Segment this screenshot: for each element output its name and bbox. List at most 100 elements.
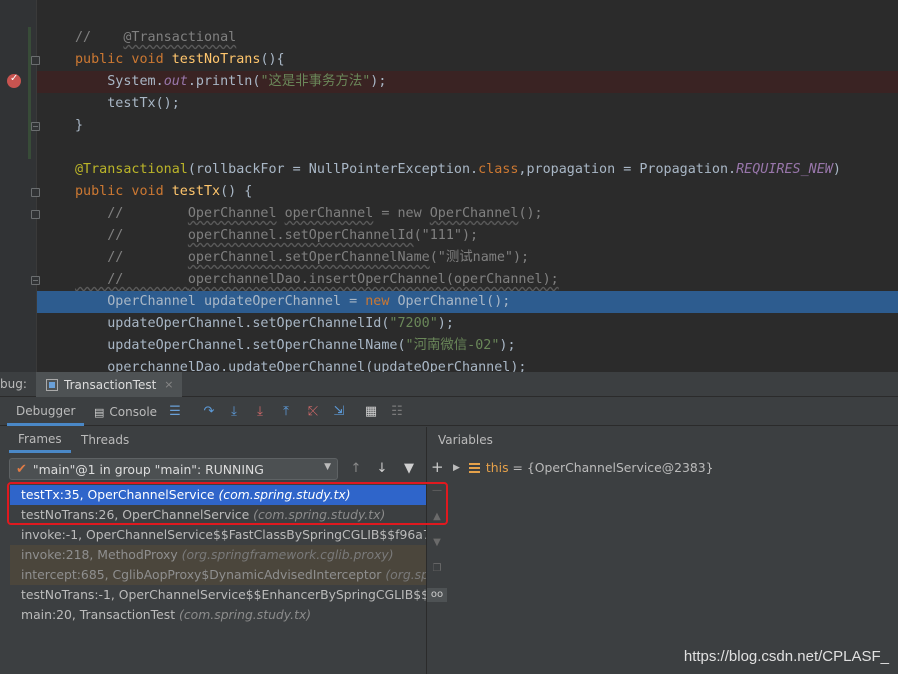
frames-layout-icon[interactable]: ☰ — [166, 403, 184, 421]
close-icon[interactable]: × — [164, 378, 173, 391]
trace-icon[interactable]: ☷ — [388, 403, 406, 421]
code-token: () { — [220, 184, 253, 199]
code-token: (){ — [260, 52, 285, 67]
code-token: OperChannel updateOperChannel = — [75, 294, 366, 309]
step-into-icon[interactable]: ⤓ — [251, 403, 269, 421]
tab-threads[interactable]: Threads — [81, 427, 129, 453]
step-out-icon[interactable]: ⤒ — [277, 403, 295, 421]
next-frame-icon[interactable]: ↓ — [374, 460, 390, 478]
code-token: // — [75, 272, 188, 287]
minus-icon[interactable]: — — [430, 484, 444, 498]
code-line[interactable]: OperChannel updateOperChannel = new Oper… — [75, 291, 841, 313]
copy-icon[interactable]: ❐ — [430, 562, 444, 576]
tab-console[interactable]: ▤ Console — [94, 398, 157, 426]
change-marker[interactable] — [28, 27, 31, 159]
code-token: testTx — [171, 184, 221, 199]
code-line[interactable]: // operChannel.setOperChannelId("111"); — [75, 225, 841, 247]
field-icon — [468, 462, 480, 474]
fold-icon[interactable] — [31, 56, 40, 65]
move-up-icon[interactable]: ▲ — [430, 510, 444, 524]
run-configuration-tab[interactable]: TransactionTest × — [36, 372, 182, 397]
tab-frames[interactable]: Frames — [9, 427, 71, 453]
variables-title: Variables — [438, 433, 493, 447]
variable-row[interactable]: ▶ this = {OperChannelService@2383} — [453, 458, 714, 478]
filter-icon[interactable]: ▼ — [401, 460, 417, 478]
fold-end-icon[interactable] — [31, 122, 40, 131]
frame-method: invoke:218, MethodProxy — [21, 547, 182, 562]
code-line[interactable]: // operchannelDao.insertOperChannel(oper… — [75, 269, 841, 291]
code-line[interactable]: } — [75, 115, 841, 137]
debug-tool-window: bug: TransactionTest × Debugger ▤ Consol… — [0, 372, 898, 674]
stack-frame[interactable]: invoke:218, MethodProxy (org.springframe… — [10, 545, 426, 565]
add-watch-icon[interactable]: + — [431, 458, 444, 476]
code-line[interactable]: testTx(); — [75, 93, 841, 115]
frame-method: testNoTrans:-1, OperChannelService$$Enha… — [21, 587, 426, 602]
fold-icon[interactable] — [31, 210, 40, 219]
code-editor[interactable]: // @Transactionalpublic void testNoTrans… — [0, 0, 898, 372]
step-over-icon[interactable]: ⤓ — [225, 403, 243, 421]
previous-frame-icon[interactable]: ↑ — [348, 460, 364, 478]
code-line[interactable]: updateOperChannel.setOperChannelId("7200… — [75, 313, 841, 335]
tab-debugger[interactable]: Debugger — [7, 398, 85, 426]
stack-frame[interactable]: intercept:685, CglibAopProxy$DynamicAdvi… — [10, 565, 426, 585]
code-token: public void — [75, 184, 172, 199]
code-line[interactable]: @Transactional(rollbackFor = NullPointer… — [75, 159, 841, 181]
evaluate-expression-icon[interactable]: ▦ — [362, 403, 380, 421]
code-token: operChannel.setOperChannelName — [187, 250, 430, 265]
code-token: "7200" — [389, 316, 438, 331]
code-line[interactable]: updateOperChannel.setOperChannelName("河南… — [75, 335, 841, 357]
code-token: new — [365, 294, 398, 309]
run-to-cursor-icon[interactable]: ⇲ — [330, 403, 348, 421]
console-icon: ▤ — [94, 405, 105, 419]
breakpoint-icon[interactable] — [7, 73, 21, 88]
code-line[interactable]: operchannelDao.updateOperChannel(updateO… — [75, 357, 841, 372]
variables-header: Variables — [427, 427, 898, 453]
thread-selector-value: "main"@1 in group "main": RUNNING — [32, 461, 264, 477]
watch-glasses-icon[interactable]: oo — [427, 588, 447, 602]
fold-icon[interactable] — [31, 188, 40, 197]
show-execution-point-icon[interactable]: ↷ — [200, 403, 218, 421]
tab-threads-label: Threads — [81, 433, 130, 447]
expand-icon[interactable]: ▶ — [453, 458, 460, 478]
frame-method: invoke:-1, OperChannelService$$FastClass… — [21, 527, 426, 542]
code-line[interactable]: // @Transactional — [75, 27, 841, 49]
debug-window-label: bug: — [0, 377, 27, 391]
frames-side-toolbar: — ▲ ▼ ❐ oo — [426, 477, 448, 617]
code-token: // — [75, 30, 92, 45]
code-token: // — [75, 206, 188, 221]
code-token: operchannelDao.updateOperChannel(updateO… — [75, 360, 527, 372]
frame-package: (org.sp — [385, 567, 426, 582]
stack-frame[interactable]: main:20, TransactionTest (com.spring.stu… — [10, 605, 426, 625]
code-line[interactable]: // operChannel.setOperChannelName("测试nam… — [75, 247, 841, 269]
stack-frame[interactable]: invoke:-1, OperChannelService$$FastClass… — [10, 525, 426, 545]
thread-selector[interactable]: ✔ "main"@1 in group "main": RUNNING ▼ — [9, 458, 338, 480]
code-token: out — [163, 74, 188, 89]
tab-debugger-label: Debugger — [16, 403, 76, 418]
frame-method: main:20, TransactionTest — [21, 607, 179, 622]
code-token: updateOperChannel.setOperChannelName( — [75, 338, 406, 353]
stack-frame[interactable]: testNoTrans:-1, OperChannelService$$Enha… — [10, 585, 426, 605]
source-code[interactable]: // @Transactional public void testNoTrans… — [75, 27, 841, 372]
code-line[interactable]: public void testTx() { — [75, 181, 841, 203]
code-line[interactable]: // OperChannel operChannel = new OperCha… — [75, 203, 841, 225]
drop-frame-icon[interactable]: ⤪ — [304, 403, 322, 421]
code-token: // — [75, 228, 188, 243]
code-token: ) — [832, 162, 841, 177]
code-token: ); — [437, 316, 454, 331]
code-token: OperChannel(); — [397, 294, 511, 309]
fold-end-icon[interactable] — [31, 276, 40, 285]
code-line[interactable] — [75, 137, 841, 159]
move-down-icon[interactable]: ▼ — [430, 536, 444, 550]
code-token: REQUIRES_NEW — [736, 162, 833, 177]
code-line[interactable]: public void testNoTrans(){ — [75, 49, 841, 71]
code-token: ("测试name"); — [429, 250, 530, 265]
code-token: operChannel.setOperChannelId — [187, 228, 414, 243]
code-line[interactable]: System.out.println("这是非事务方法"); — [75, 71, 841, 93]
frame-package: (com.spring.study.tx) — [179, 607, 312, 622]
tab-frames-label: Frames — [18, 431, 62, 446]
code-token: "河南微信-02" — [405, 338, 500, 353]
code-token: (rollbackFor = NullPointerException. — [187, 162, 479, 177]
run-configuration-label: TransactionTest — [64, 377, 157, 392]
